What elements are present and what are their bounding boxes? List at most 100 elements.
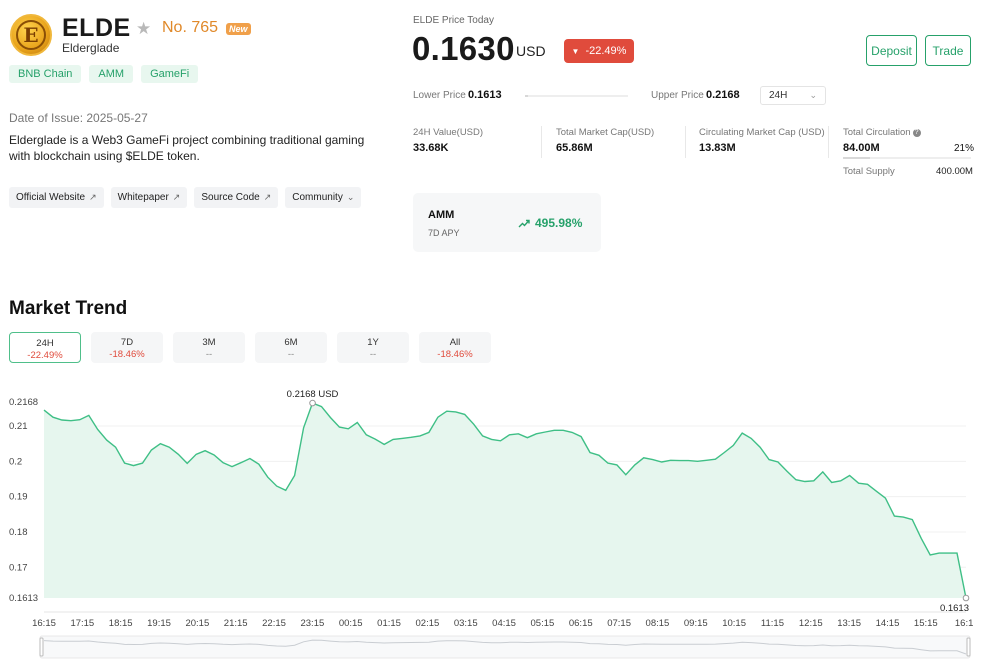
y-tick-label: 0.1613 (9, 593, 38, 604)
amm-name: AMM (428, 209, 455, 221)
y-tick-label: 0.2 (9, 456, 22, 467)
total-supply-value: 400.00M (936, 166, 973, 177)
amm-apy: 495.98% (518, 216, 582, 230)
tab-7d[interactable]: 7D -18.46% (91, 332, 163, 363)
lower-price-label: Lower Price (413, 90, 466, 101)
total-circulation-label: Total Circulation? (843, 127, 921, 138)
tab-change: -- (287, 349, 295, 360)
token-rank: No. 765 (162, 19, 219, 36)
market-trend-title: Market Trend (9, 298, 128, 319)
x-tick-label: 18:15 (109, 618, 133, 629)
x-tick-label: 00:15 (339, 618, 363, 629)
x-tick-label: 10:15 (722, 618, 746, 629)
total-supply-label: Total Supply (843, 166, 895, 177)
tag-bnb-chain[interactable]: BNB Chain (9, 65, 82, 83)
price-change-value: -22.49% (585, 45, 627, 57)
whitepaper-link[interactable]: Whitepaper ↗ (110, 187, 188, 208)
price-title: ELDE Price Today (413, 15, 494, 26)
tag-amm[interactable]: AMM (89, 65, 134, 83)
x-tick-label: 16:1 (955, 618, 974, 629)
amm-apy-card[interactable]: AMM 7D APY 495.98% (413, 193, 601, 252)
token-tags: BNB Chain AMM GameFi (9, 65, 199, 83)
x-tick-label: 07:15 (607, 618, 631, 629)
x-tick-label: 05:15 (531, 618, 555, 629)
trade-button[interactable]: Trade (925, 35, 971, 66)
chevron-down-icon: ⌄ (346, 192, 355, 202)
24h-value: 33.68K (413, 142, 449, 154)
source-code-label: Source Code (201, 192, 260, 203)
price-period-select[interactable]: 24H ⌄ (760, 86, 826, 105)
upper-price-value: 0.2168 (706, 89, 740, 101)
price-chart[interactable]: 0.2168 0.21 0.2 0.19 0.18 0.17 0.1613 16:15 17:1… (0, 380, 1000, 666)
navigator-handle-left (39, 637, 44, 657)
tab-label: 1Y (367, 337, 379, 348)
tab-6m[interactable]: 6M -- (255, 332, 327, 363)
tab-all[interactable]: All -18.46% (419, 332, 491, 363)
info-icon[interactable]: ? (912, 129, 921, 137)
y-tick-label: 0.2168 (9, 397, 38, 408)
y-tick-label: 0.18 (9, 527, 28, 538)
tab-change: -- (205, 349, 213, 360)
external-link-icon: ↗ (263, 192, 272, 202)
stat-divider (685, 126, 686, 158)
x-tick-label: 11:15 (761, 618, 784, 629)
x-tick-label: 22:15 (262, 618, 286, 629)
price-area (44, 403, 966, 598)
token-description: Elderglade is a Web3 GameFi project comb… (9, 133, 365, 163)
range-navigator (39, 635, 971, 659)
amm-apy-value: 495.98% (535, 216, 583, 230)
x-tick-label: 14:15 (876, 618, 900, 629)
x-tick-label: 12:15 (799, 618, 823, 629)
last-price-label: 0.1613 (940, 603, 969, 614)
deposit-button[interactable]: Deposit (866, 35, 917, 66)
current-price: 0.1630 (412, 30, 515, 67)
circulating-market-cap-label: Circulating Market Cap (USD) (699, 127, 825, 138)
x-tick-label: 19:15 (147, 618, 171, 629)
price-range-fill (525, 95, 529, 97)
tab-24h[interactable]: 24H -22.49% (9, 332, 81, 363)
x-tick-label: 20:15 (185, 618, 209, 629)
x-tick-label: 02:15 (416, 618, 440, 629)
total-circulation-value: 84.00M (843, 142, 880, 154)
tab-1y[interactable]: 1Y -- (337, 332, 409, 363)
tag-gamefi[interactable]: GameFi (141, 65, 199, 83)
x-tick-label: 13:15 (837, 618, 861, 629)
x-tick-label: 01:15 (377, 618, 401, 629)
lower-price-value: 0.1613 (468, 89, 502, 101)
community-dropdown[interactable]: Community ⌄ (285, 187, 362, 208)
trend-up-icon (518, 219, 530, 227)
tab-3m[interactable]: 3M -- (173, 332, 245, 363)
price-range-bar (525, 95, 628, 97)
max-point-marker (309, 399, 316, 407)
favorite-star-icon[interactable]: ★ (136, 19, 151, 39)
official-website-link[interactable]: Official Website ↗ (9, 187, 104, 208)
amm-sub-label: 7D APY (428, 228, 460, 238)
whitepaper-label: Whitepaper (117, 192, 169, 203)
x-tick-label: 15:15 (914, 618, 938, 629)
total-circulation-text: Total Circulation (843, 127, 911, 138)
token-symbol: ELDE (62, 14, 131, 42)
stat-divider (828, 126, 829, 158)
max-price-label: 0.2168 USD (287, 389, 339, 400)
tab-label: 24H (36, 338, 54, 349)
circulation-bar (843, 157, 971, 159)
x-tick-label: 08:15 (646, 618, 670, 629)
stat-divider (541, 126, 542, 158)
tab-change: -18.46% (109, 349, 145, 360)
tab-label: 6M (284, 337, 298, 348)
tab-label: 7D (120, 337, 134, 348)
upper-price-label: Upper Price (651, 90, 704, 101)
community-label: Community (292, 192, 343, 203)
source-code-link[interactable]: Source Code ↗ (194, 187, 279, 208)
x-tick-label: 21:15 (224, 618, 248, 629)
circulation-percent: 21% (954, 143, 975, 154)
y-tick-label: 0.21 (9, 421, 28, 432)
chevron-down-icon: ⌄ (809, 90, 817, 100)
tab-change: -- (369, 349, 377, 360)
external-link-icon: ↗ (172, 192, 181, 202)
period-tabs: 24H -22.49% 7D -18.46% 3M -- 6M -- 1Y -- All -… (9, 332, 491, 363)
last-point-marker (962, 594, 970, 602)
market-cap-label: Total Market Cap(USD) (556, 127, 655, 138)
token-name: Elderglade (62, 41, 120, 55)
issue-date: Date of Issue: 2025-05-27 (9, 111, 148, 125)
